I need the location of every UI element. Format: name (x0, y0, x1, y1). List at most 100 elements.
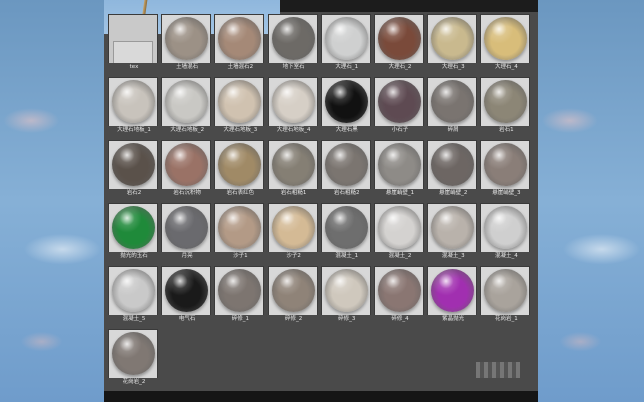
material-label: 沙子2 (266, 252, 321, 260)
material-tile[interactable]: 紫晶抛光 (426, 266, 481, 323)
material-label: 大理石_4 (479, 63, 534, 71)
material-tile[interactable]: 大理石地板_4 (266, 77, 321, 134)
material-tile[interactable]: 大理石地板_2 (160, 77, 215, 134)
material-label: 地下室石 (266, 63, 321, 71)
material-label: 混凝土_2 (373, 252, 427, 260)
material-label: 混凝土_5 (107, 315, 161, 323)
material-sphere (324, 269, 368, 312)
material-label: 混凝土_3 (426, 252, 481, 260)
watermark (476, 362, 520, 378)
material-label: tex (107, 63, 161, 71)
material-label: 混凝土_4 (479, 252, 534, 260)
material-label: 碎修_3 (319, 315, 374, 323)
material-tile[interactable]: 混凝土_2 (373, 203, 427, 260)
material-tile[interactable]: 碎修_1 (213, 266, 268, 323)
material-label: 悬崖峭壁_1 (373, 189, 427, 197)
material-label: 月亮 (160, 252, 215, 260)
material-label: 碎修_2 (266, 315, 321, 323)
material-sphere (378, 17, 421, 60)
panel-bottom-bar (104, 391, 538, 402)
material-sphere (271, 143, 315, 186)
material-tile[interactable]: 大理石_2 (373, 14, 427, 71)
material-tile[interactable]: 土墙混石 (160, 14, 215, 71)
material-label: 混凝土_1 (319, 252, 374, 260)
material-tile[interactable]: 悬崖峭壁_3 (479, 140, 534, 197)
panel-top-strip (280, 0, 538, 12)
material-tile[interactable]: 沙子2 (266, 203, 321, 260)
material-tile[interactable]: 碎屑 (426, 77, 481, 134)
material-sphere (218, 269, 262, 312)
material-tile[interactable]: 大理石_1 (319, 14, 374, 71)
material-label: 碎屑 (426, 126, 481, 134)
material-sphere (484, 143, 528, 186)
material-tile[interactable]: 小石子 (373, 77, 427, 134)
material-tile[interactable]: 花岗岩_1 (479, 266, 534, 323)
material-label: 大理石_1 (319, 63, 374, 71)
flat-preview (113, 41, 153, 65)
material-sphere (218, 206, 262, 249)
material-sphere (112, 143, 155, 186)
material-label: 小石子 (373, 126, 427, 134)
material-tile[interactable]: 大理石_3 (426, 14, 481, 71)
material-sphere (165, 17, 209, 60)
material-label: 电气石 (160, 315, 215, 323)
material-tile[interactable]: 岩石2 (107, 140, 161, 197)
material-sphere (112, 269, 155, 312)
material-sphere (324, 143, 368, 186)
material-tile[interactable]: 岩石1 (479, 77, 534, 134)
material-tile[interactable]: 电气石 (160, 266, 215, 323)
material-sphere (271, 206, 315, 249)
material-tile[interactable]: 混凝土_3 (426, 203, 481, 260)
material-sphere (165, 206, 209, 249)
material-tile[interactable]: 月亮 (160, 203, 215, 260)
material-label: 大理石黑 (319, 126, 374, 134)
background-sky-right (538, 0, 644, 402)
material-sphere (431, 17, 475, 60)
material-tile[interactable]: 地下室石 (266, 14, 321, 71)
material-label: 碎修_4 (373, 315, 427, 323)
material-label: 花岗岩_1 (479, 315, 534, 323)
material-sphere (378, 80, 421, 123)
material-tile[interactable]: 沙子1 (213, 203, 268, 260)
material-tile[interactable]: 悬崖峭壁_2 (426, 140, 481, 197)
material-label: 岩石1 (479, 126, 534, 134)
material-tile[interactable]: 花岗岩_2 (107, 329, 161, 386)
material-sphere (484, 17, 528, 60)
material-label: 大理石_3 (426, 63, 481, 71)
material-sphere (165, 143, 209, 186)
material-sphere (271, 17, 315, 60)
material-label: 岩石表红色 (213, 189, 268, 197)
material-sphere (431, 269, 475, 312)
material-tile[interactable]: 土墙混石2 (213, 14, 268, 71)
material-tile[interactable]: 碎修_4 (373, 266, 427, 323)
material-sphere (378, 143, 421, 186)
background-sky-left (0, 0, 104, 402)
material-label: 大理石地板_1 (107, 126, 161, 134)
material-tile[interactable]: 岩石粗糙2 (319, 140, 374, 197)
material-label: 岩石2 (107, 189, 161, 197)
material-tile[interactable]: 岩石粗糙1 (266, 140, 321, 197)
material-sphere (378, 269, 421, 312)
material-tile[interactable]: 大理石黑 (319, 77, 374, 134)
material-sphere (112, 80, 155, 123)
material-tile[interactable]: 岩石沉积物 (160, 140, 215, 197)
material-sphere (431, 80, 475, 123)
material-label: 花岗岩_2 (107, 378, 161, 386)
material-tile[interactable]: 抛光的玉石 (107, 203, 161, 260)
material-tile[interactable]: tex (107, 14, 161, 71)
material-label: 悬崖峭壁_2 (426, 189, 481, 197)
material-tile[interactable]: 大理石地板_1 (107, 77, 161, 134)
material-tile[interactable]: 碎修_3 (319, 266, 374, 323)
material-sphere (431, 206, 475, 249)
material-tile[interactable]: 大理石_4 (479, 14, 534, 71)
material-sphere (324, 80, 368, 123)
material-tile[interactable]: 岩石表红色 (213, 140, 268, 197)
material-tile[interactable]: 悬崖峭壁_1 (373, 140, 427, 197)
material-tile[interactable]: 混凝土_5 (107, 266, 161, 323)
material-tile[interactable]: 碎修_2 (266, 266, 321, 323)
material-tile[interactable]: 混凝土_1 (319, 203, 374, 260)
material-tile[interactable]: 大理石地板_3 (213, 77, 268, 134)
material-tile[interactable]: 混凝土_4 (479, 203, 534, 260)
material-sphere (324, 17, 368, 60)
material-sphere (271, 269, 315, 312)
